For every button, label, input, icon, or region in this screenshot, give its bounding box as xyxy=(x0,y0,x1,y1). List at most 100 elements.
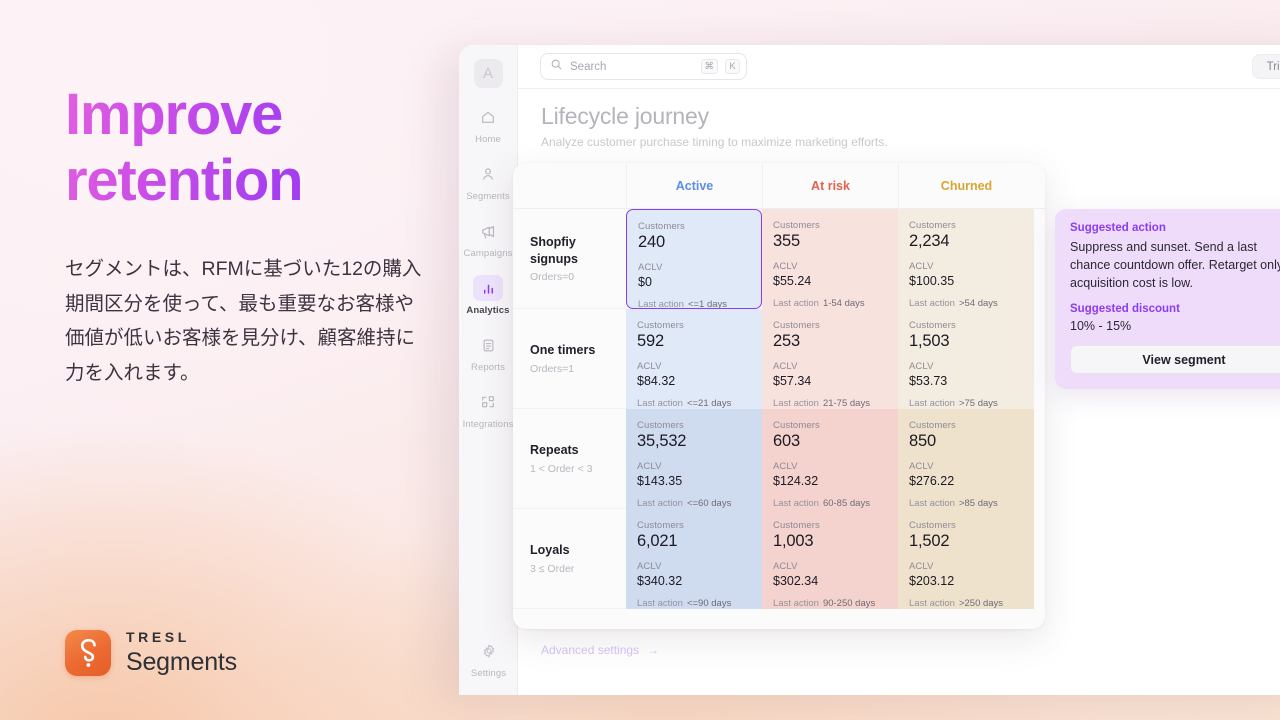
grid-cell-churned[interactable]: Customers 1,503 ACLV $53.73 Last action >75 d… xyxy=(898,309,1034,409)
puzzle-icon xyxy=(473,389,503,415)
row-definition: Orders=1 xyxy=(530,362,575,375)
customers-label: Customers xyxy=(773,420,820,431)
home-icon xyxy=(473,104,503,130)
grid-cell-active[interactable]: Customers 592 ACLV $84.32 Last action <=21 da… xyxy=(626,309,762,409)
last-action: Last action <=90 days xyxy=(637,598,751,609)
customers-label: Customers xyxy=(637,420,684,431)
column-header-active[interactable]: Active xyxy=(626,163,762,208)
avatar[interactable]: A xyxy=(473,59,503,88)
advanced-settings-label: Advanced settings xyxy=(541,643,640,657)
sidebar-item-integrations[interactable]: Integrations xyxy=(459,389,518,430)
grid-cell-atrisk[interactable]: Customers 253 ACLV $57.34 Last action 21-75 d… xyxy=(762,309,898,409)
search-icon xyxy=(550,58,563,76)
aclv-value: $340.32 xyxy=(637,574,683,588)
bar-chart-icon xyxy=(473,275,503,301)
grid-cell-churned[interactable]: Customers 1,502 ACLV $203.12 Last action >250… xyxy=(898,509,1034,609)
last-action-value: >85 days xyxy=(958,498,998,509)
search-input[interactable]: Search ⌘ K xyxy=(540,53,747,80)
last-action-value: <=21 days xyxy=(686,398,732,409)
aclv-label: ACLV xyxy=(909,561,934,572)
person-icon xyxy=(473,161,503,187)
customers-label: Customers xyxy=(637,320,684,331)
grid-row: Loyals 3 ≤ Order Customers 6,021 ACLV $340.32… xyxy=(513,509,1045,609)
customers-value: 1,502 xyxy=(909,532,950,550)
last-action: Last action 60-85 days xyxy=(773,498,887,509)
grid-cell-atrisk[interactable]: Customers 1,003 ACLV $302.34 Last action 90-2… xyxy=(762,509,898,609)
last-action-label: Last action xyxy=(773,298,819,309)
aclv-value: $302.34 xyxy=(773,574,819,588)
last-action-label: Last action xyxy=(637,398,683,409)
brand-name-tresl: TRESL xyxy=(126,629,190,646)
sidebar-item-home[interactable]: Home xyxy=(459,104,518,145)
customers-label: Customers xyxy=(773,520,820,531)
grid-row: One timers Orders=1 Customers 592 ACLV $84.32… xyxy=(513,309,1045,409)
sidebar-label-home: Home xyxy=(475,134,501,145)
grid-cell-active[interactable]: Customers 35,532 ACLV $143.35 Last action <=6… xyxy=(626,409,762,509)
last-action-label: Last action xyxy=(909,498,955,509)
sidebar-item-segments[interactable]: Segments xyxy=(459,161,518,202)
customers-label: Customers xyxy=(637,520,684,531)
sidebar-label-settings: Settings xyxy=(470,668,507,679)
trial-badge[interactable]: Trial ends in 2 d xyxy=(1251,54,1280,79)
grid-cell-churned[interactable]: Customers 850 ACLV $276.22 Last action >85 da… xyxy=(898,409,1034,509)
grid-cell-active[interactable]: Customers 6,021 ACLV $340.32 Last action <=90… xyxy=(626,509,762,609)
grid-header-spacer xyxy=(513,163,626,208)
marketing-headline: Improve retention xyxy=(65,82,445,214)
last-action: Last action 1-54 days xyxy=(773,298,887,309)
advanced-settings-link[interactable]: Advanced settings → xyxy=(541,643,659,657)
grid-header-row: Active At risk Churned xyxy=(513,163,1045,209)
view-segment-button[interactable]: View segment xyxy=(1070,345,1280,375)
sidebar-item-analytics[interactable]: Analytics xyxy=(459,275,518,316)
grid-cell-churned[interactable]: Customers 2,234 ACLV $100.35 Last action >54 … xyxy=(898,209,1034,309)
last-action-value: 21-75 days xyxy=(822,398,870,409)
customers-label: Customers xyxy=(773,320,820,331)
sidebar-item-settings[interactable]: Settings xyxy=(459,638,518,679)
customers-label: Customers xyxy=(909,520,956,531)
last-action: Last action <=60 days xyxy=(637,498,751,509)
grid-cell-atrisk[interactable]: Customers 603 ACLV $124.32 Last action 60-85 … xyxy=(762,409,898,509)
sidebar-label-campaigns: Campaigns xyxy=(463,248,513,259)
brand-name-segments: Segments xyxy=(126,647,237,676)
search-placeholder: Search xyxy=(570,60,607,73)
column-header-at-risk[interactable]: At risk xyxy=(762,163,898,208)
aclv-label: ACLV xyxy=(638,262,663,273)
aclv-value: $0 xyxy=(638,275,652,289)
grid-cell-atrisk[interactable]: Customers 355 ACLV $55.24 Last action 1-54 da… xyxy=(762,209,898,309)
shortcut-key-k: K xyxy=(725,59,740,74)
row-name: Shopfiy signups xyxy=(530,235,578,266)
column-header-churned[interactable]: Churned xyxy=(898,163,1034,208)
last-action: Last action >75 days xyxy=(909,398,1023,409)
aclv-value: $57.34 xyxy=(773,374,812,388)
last-action: Last action 90-250 days xyxy=(773,598,887,609)
document-icon xyxy=(473,332,503,358)
grid-cell-active[interactable]: Customers 240 ACLV $0 Last action <=1 days xyxy=(626,209,762,310)
grid-body: Shopfiy signups Orders=0 Customers 240 ACLV $… xyxy=(513,209,1045,609)
customers-value: 355 xyxy=(773,232,800,250)
last-action: Last action <=21 days xyxy=(637,398,751,409)
last-action-value: <=60 days xyxy=(686,498,732,509)
sidebar-item-reports[interactable]: Reports xyxy=(459,332,518,373)
customers-label: Customers xyxy=(909,220,956,231)
marketing-body-text: セグメントは、RFMに基づいた12の購入期間区分を使って、最も重要なお客様や価値… xyxy=(65,258,422,385)
row-label: Shopfiy signups Orders=0 xyxy=(513,209,626,309)
sidebar-item-campaigns[interactable]: Campaigns xyxy=(459,218,518,259)
row-definition: Orders=0 xyxy=(530,270,575,283)
row-label: Repeats 1 < Order < 3 xyxy=(513,409,626,509)
last-action-label: Last action xyxy=(773,398,819,409)
last-action-value: 60-85 days xyxy=(822,498,870,509)
last-action-value: >54 days xyxy=(958,298,998,309)
last-action-label: Last action xyxy=(773,598,819,609)
customers-value: 1,003 xyxy=(773,532,814,550)
row-label: Loyals 3 ≤ Order xyxy=(513,509,626,609)
customers-value: 1,503 xyxy=(909,332,950,350)
last-action: Last action >54 days xyxy=(909,298,1023,309)
headline-line-1: Improve xyxy=(65,82,283,147)
sidebar-label-analytics: Analytics xyxy=(466,305,510,316)
lifecycle-grid-card: Active At risk Churned Shopfiy signups Or… xyxy=(513,163,1045,629)
suggested-action-heading: Suggested action xyxy=(1070,222,1166,234)
customers-value: 6,021 xyxy=(637,532,678,550)
suggested-action-panel: Suggested action Suppress and sunset. Se… xyxy=(1055,209,1280,390)
last-action-value: >75 days xyxy=(958,398,998,409)
row-label: One timers Orders=1 xyxy=(513,309,626,409)
gear-icon xyxy=(474,638,504,664)
